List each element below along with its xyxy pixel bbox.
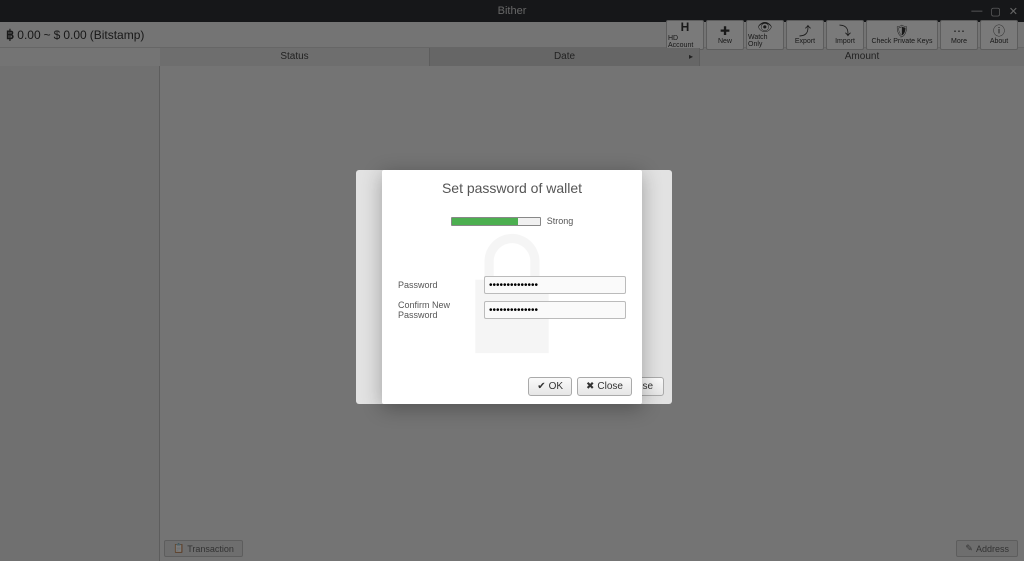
close-button[interactable]: ✖ Close (577, 377, 632, 396)
dialog-title: Set password of wallet (398, 180, 626, 196)
btn-label: OK (549, 381, 563, 392)
ok-button[interactable]: ✔ OK (528, 377, 572, 396)
strength-label: Strong (547, 216, 574, 226)
btn-label: Close (597, 381, 623, 392)
strength-fill (452, 218, 518, 225)
confirm-password-label: Confirm New Password (398, 300, 478, 320)
password-dialog: Set password of wallet Strong Password C… (382, 170, 642, 404)
check-icon: ✔ (537, 381, 545, 392)
x-icon: ✖ (586, 381, 594, 392)
password-label: Password (398, 280, 478, 290)
password-input[interactable] (484, 276, 626, 294)
confirm-password-input[interactable] (484, 301, 626, 319)
password-strength: Strong (398, 216, 626, 226)
strength-bar (451, 217, 541, 226)
